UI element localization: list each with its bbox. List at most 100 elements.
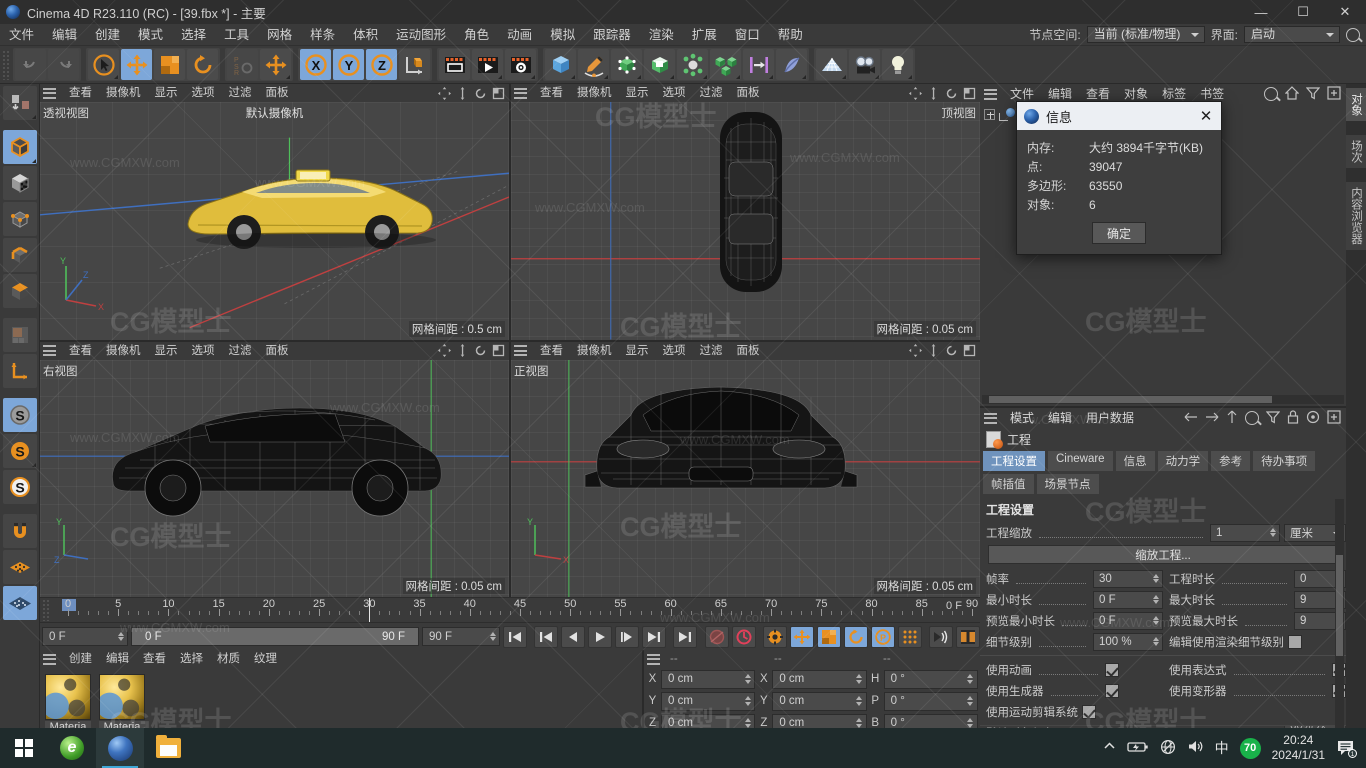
search-icon[interactable] (1264, 87, 1278, 101)
viewport-menu-icon[interactable] (514, 345, 527, 356)
tab-scene-nodes[interactable]: 场景节点 (1035, 473, 1100, 495)
pan-icon[interactable] (909, 344, 922, 357)
battery-icon[interactable] (1126, 740, 1149, 757)
tab-frame-interpolation[interactable]: 帧插值 (982, 473, 1035, 495)
deformer-button[interactable] (677, 49, 708, 80)
rotate-view-icon[interactable] (945, 87, 958, 100)
notification-icon[interactable]: 1 (1336, 738, 1357, 758)
model-mode-button[interactable] (2, 130, 37, 164)
home-icon[interactable] (1284, 85, 1300, 103)
viewport-menu-options[interactable]: 选项 (185, 84, 222, 102)
attribute-menu-userdata[interactable]: 用户数据 (1079, 408, 1141, 428)
taskbar-item-cinema4d[interactable] (96, 728, 144, 768)
menu-item-spline[interactable]: 样条 (301, 24, 344, 46)
coordinate-menu-icon[interactable] (647, 653, 660, 665)
vtab-content-browser[interactable]: 内容浏览器 (1346, 182, 1366, 250)
next-frame-button[interactable] (615, 625, 640, 648)
maximize-viewport-icon[interactable] (963, 344, 976, 357)
viewport-right[interactable]: 查看 摄像机 显示 选项 过滤 面板 Y Z 右视图 网格间距: 0.05 c… (40, 341, 509, 597)
render-to-picture-viewer-button[interactable] (472, 49, 503, 80)
close-icon[interactable]: ✕ (1195, 105, 1217, 127)
zoom-icon[interactable] (456, 86, 469, 100)
spinner-icon[interactable] (743, 718, 752, 728)
array-object-button[interactable] (644, 49, 675, 80)
goto-first-frame-button[interactable] (534, 625, 559, 648)
viewport-menu-view[interactable]: 查看 (62, 342, 99, 360)
battery-percent-badge[interactable]: 70 (1239, 737, 1261, 759)
snap-settings-button[interactable]: S (2, 434, 37, 468)
material-menu-view[interactable]: 查看 (136, 650, 173, 668)
mograph-cloner-button[interactable] (710, 49, 741, 80)
viewport-menu-icon[interactable] (43, 345, 56, 356)
menu-item-tools[interactable]: 工具 (215, 24, 258, 46)
menu-item-tracker[interactable]: 跟踪器 (584, 24, 640, 46)
size-x-field[interactable]: 0 cm (772, 669, 867, 689)
rotate-view-icon[interactable] (474, 344, 487, 357)
make-editable-button[interactable] (2, 86, 37, 120)
generator-button[interactable] (611, 49, 642, 80)
attribute-menu-edit[interactable]: 编辑 (1041, 408, 1079, 428)
position-x-field[interactable]: 0 cm (661, 669, 756, 689)
zoom-icon[interactable] (456, 344, 469, 357)
search-icon[interactable] (1245, 411, 1259, 425)
tab-cineware[interactable]: Cineware (1047, 450, 1114, 472)
framerate-field[interactable]: 30 (1093, 569, 1163, 588)
viewport-menu-view[interactable]: 查看 (533, 342, 570, 360)
taskbar-item-explorer[interactable] (144, 728, 192, 768)
menu-item-help[interactable]: 帮助 (769, 24, 812, 46)
material-menu-create[interactable]: 创建 (62, 650, 99, 668)
enable-snap-button[interactable]: S (2, 398, 37, 432)
viewport-menu-icon[interactable] (514, 87, 527, 99)
cube-primitive-button[interactable] (545, 49, 576, 80)
timeline-grip[interactable] (42, 599, 50, 621)
pan-icon[interactable] (438, 344, 451, 357)
spline-pen-button[interactable] (578, 49, 609, 80)
render-view-button[interactable] (439, 49, 470, 80)
min-time-field[interactable]: 0 F (1093, 590, 1163, 609)
start-button[interactable] (0, 728, 48, 768)
info-dialog[interactable]: 信息 ✕ 内存: 大约 3894千字节(KB) 点: 39047 多边形: 63… (1016, 101, 1222, 255)
redo-button[interactable] (48, 49, 79, 80)
light-object-button[interactable] (882, 49, 913, 80)
menu-item-animate[interactable]: 动画 (498, 24, 541, 46)
floor-object-button[interactable] (816, 49, 847, 80)
rotate-view-icon[interactable] (474, 87, 487, 100)
preview-min-time-field[interactable]: 0 F (1093, 611, 1163, 630)
spinner-icon[interactable] (743, 674, 752, 684)
spinner-icon[interactable] (1151, 636, 1160, 647)
spinner-icon[interactable] (1268, 527, 1277, 538)
viewport-menu-icon[interactable] (43, 87, 56, 99)
texture-mode-button[interactable] (2, 166, 37, 200)
target-icon[interactable] (1306, 410, 1320, 427)
rotation-h-field[interactable]: 0 ° (883, 669, 978, 689)
magnet-tool-button[interactable] (2, 514, 37, 548)
workplane-grid-button[interactable] (2, 586, 37, 620)
uv-mode-button[interactable] (2, 318, 37, 352)
undo-button[interactable] (15, 49, 46, 80)
menu-item-edit[interactable]: 编辑 (43, 24, 86, 46)
viewport-menu-options[interactable]: 选项 (656, 84, 693, 102)
material-menu-edit[interactable]: 编辑 (99, 650, 136, 668)
spinner-icon[interactable] (855, 696, 864, 706)
spinner-icon[interactable] (855, 718, 864, 728)
goto-last-frame-button[interactable] (642, 625, 667, 648)
key-scale-button[interactable] (816, 625, 841, 648)
tab-project-settings[interactable]: 工程设置 (982, 450, 1046, 472)
spinner-icon[interactable] (1151, 573, 1160, 584)
select-tool-button[interactable] (88, 49, 119, 80)
quantize-snap-button[interactable]: S (2, 470, 37, 504)
tab-reference[interactable]: 参考 (1210, 450, 1252, 472)
spinner-icon[interactable] (116, 631, 125, 642)
spinner-icon[interactable] (1151, 594, 1160, 605)
move-tool-button[interactable] (121, 49, 152, 80)
autokeying-button[interactable] (731, 625, 756, 648)
maximize-viewport-icon[interactable] (963, 87, 976, 100)
spinner-icon[interactable] (855, 674, 864, 684)
material-menu-icon[interactable] (43, 653, 56, 665)
viewport-menu-display[interactable]: 显示 (148, 342, 185, 360)
pan-icon[interactable] (909, 86, 922, 100)
field-object-button[interactable] (776, 49, 807, 80)
scale-tool-button[interactable] (154, 49, 185, 80)
lock-icon[interactable] (1287, 409, 1299, 427)
viewport-menu-panel[interactable]: 面板 (730, 342, 767, 360)
